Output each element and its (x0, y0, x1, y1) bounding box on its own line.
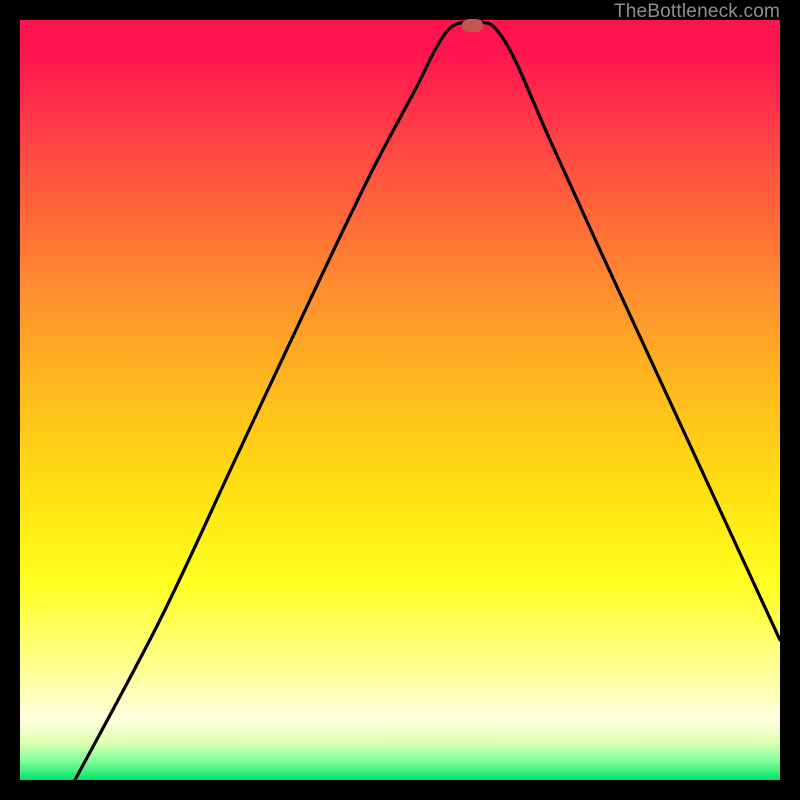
bottleneck-curve (20, 20, 780, 780)
attribution-text: TheBottleneck.com (614, 1, 780, 23)
optimum-marker (462, 19, 483, 32)
curve-path (75, 21, 780, 780)
chart-frame (20, 20, 780, 780)
